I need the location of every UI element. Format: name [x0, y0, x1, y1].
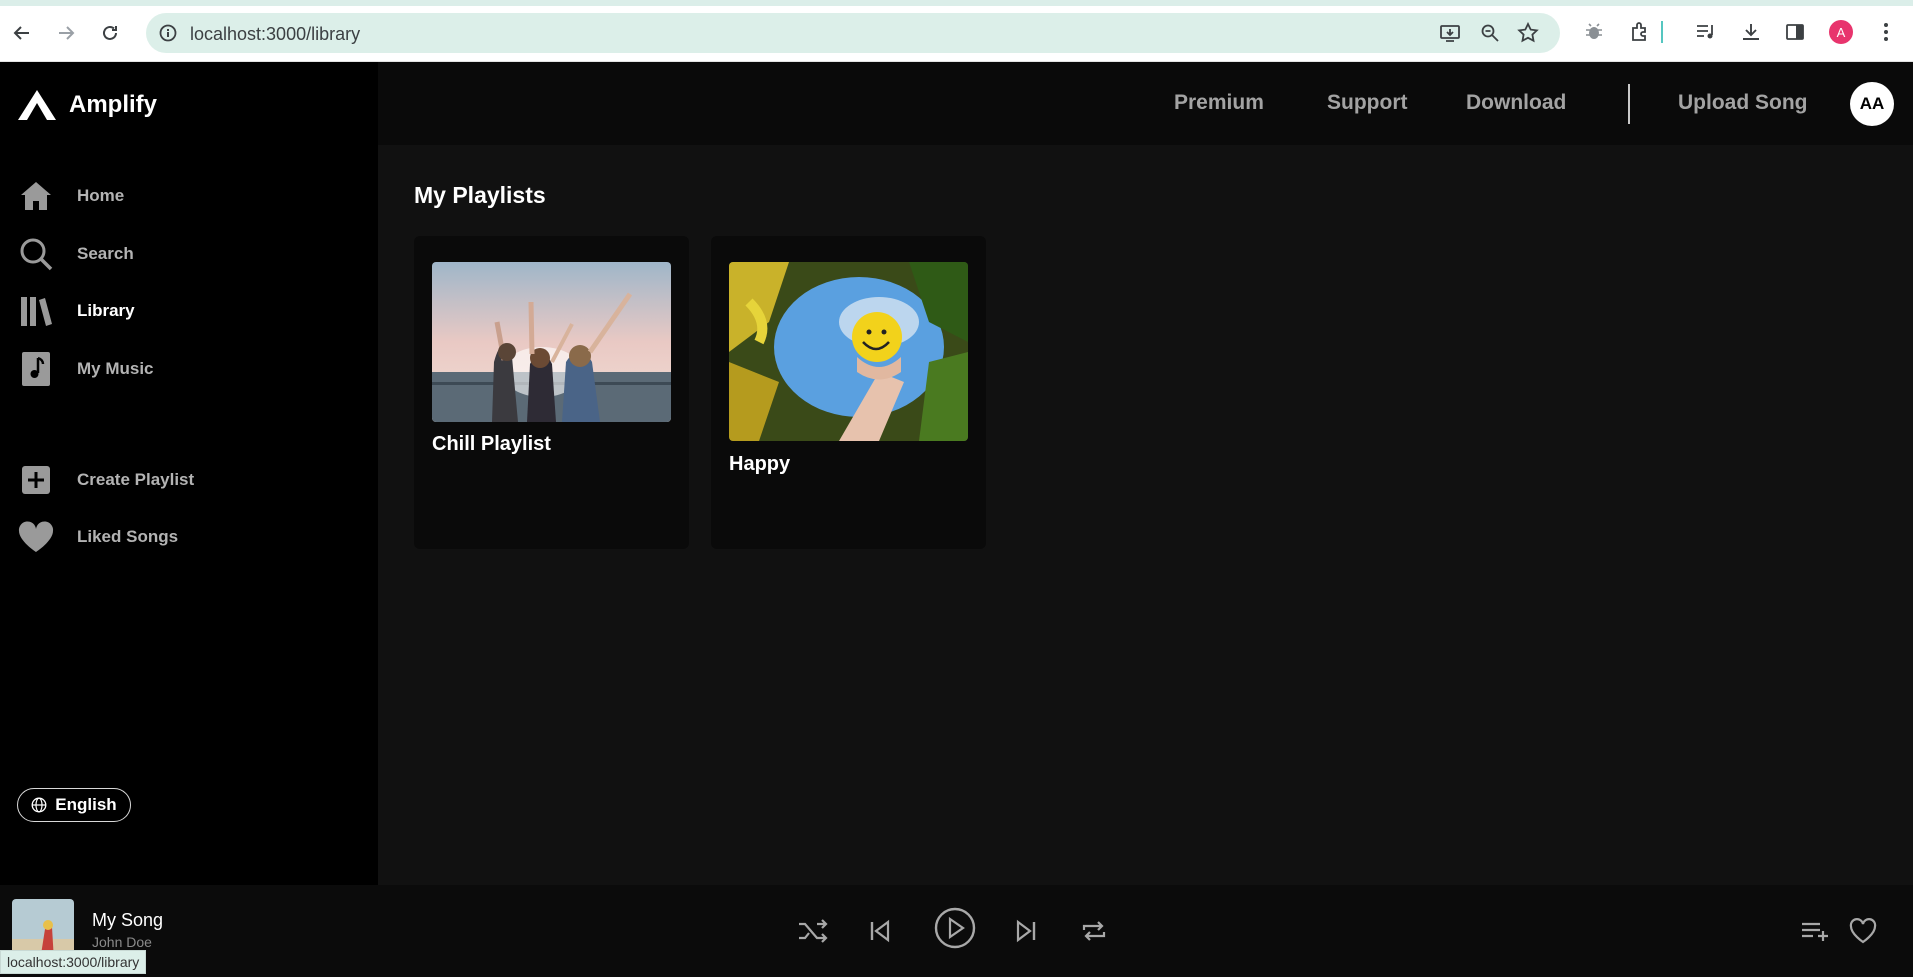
amplify-logo-icon	[18, 90, 56, 120]
arrow-left-icon	[13, 26, 29, 40]
sidebar-item-label: Library	[77, 301, 135, 320]
queue-button[interactable]	[1793, 909, 1837, 953]
forward-button[interactable]	[52, 19, 80, 47]
play-icon	[934, 907, 976, 949]
bookmark-star-icon[interactable]	[1516, 21, 1540, 45]
search-icon	[18, 236, 54, 272]
language-button[interactable]: English	[17, 788, 131, 822]
support-link[interactable]: Support	[1327, 91, 1407, 115]
language-label: English	[55, 795, 117, 814]
plus-icon	[18, 462, 54, 498]
sidebar-item-label: My Music	[77, 359, 154, 378]
playlist-name[interactable]: Chill Playlist	[432, 433, 551, 456]
playlist-card[interactable]: Chill Playlist	[414, 236, 689, 549]
previous-button[interactable]	[858, 909, 902, 953]
back-button[interactable]	[8, 19, 36, 47]
playlist-cover-image[interactable]	[432, 262, 671, 422]
premium-link[interactable]: Premium	[1174, 91, 1264, 115]
bug-extension-icon[interactable]	[1581, 19, 1607, 45]
queue-add-icon	[1802, 922, 1828, 941]
side-panel-icon[interactable]	[1782, 19, 1808, 45]
playlist-cover-image[interactable]	[729, 262, 968, 441]
player-bar: My Song John Doe	[0, 885, 1913, 977]
browser-menu-icon[interactable]	[1873, 19, 1899, 45]
library-icon	[18, 293, 54, 329]
sidebar-item-label: Search	[77, 244, 134, 263]
extensions-icon[interactable]	[1627, 19, 1653, 45]
browser-toolbar: localhost:3000/library A	[0, 0, 1913, 62]
heart-icon	[18, 519, 54, 555]
zoom-icon[interactable]	[1478, 21, 1502, 45]
heart-outline-icon	[1849, 918, 1877, 944]
like-button[interactable]	[1841, 909, 1885, 953]
now-playing-artist[interactable]: John Doe	[92, 934, 152, 950]
url-text[interactable]: localhost:3000/library	[190, 24, 360, 45]
tab-strip	[0, 0, 1913, 6]
play-button[interactable]	[931, 904, 979, 952]
sidebar-item-label: Liked Songs	[77, 527, 179, 546]
sidebar-item-create-playlist[interactable]: Create Playlist	[18, 462, 194, 498]
shuffle-icon	[799, 919, 828, 943]
shuffle-button[interactable]	[791, 909, 835, 953]
media-queue-icon[interactable]	[1693, 19, 1719, 45]
brand-logo[interactable]: Amplify	[17, 89, 157, 121]
sidebar-item-label: Create Playlist	[77, 470, 195, 489]
toolbar-separator	[1660, 19, 1664, 45]
next-button[interactable]	[1004, 909, 1048, 953]
now-playing-title[interactable]: My Song	[92, 910, 163, 931]
downloads-icon[interactable]	[1738, 19, 1764, 45]
address-bar[interactable]: localhost:3000/library	[146, 13, 1560, 53]
sidebar-item-home[interactable]: Home	[18, 178, 124, 214]
sidebar-item-search[interactable]: Search	[18, 236, 134, 272]
sidebar-item-liked-songs[interactable]: Liked Songs	[18, 519, 178, 555]
profile-avatar[interactable]: A	[1829, 20, 1853, 44]
sidebar-item-library[interactable]: Library	[18, 293, 135, 329]
status-bubble-url: localhost:3000/library	[0, 950, 147, 974]
globe-icon	[31, 797, 47, 813]
skip-next-icon	[1016, 919, 1036, 943]
skip-previous-icon	[870, 919, 890, 943]
user-avatar[interactable]: AA	[1850, 82, 1894, 126]
upload-song-link[interactable]: Upload Song	[1678, 91, 1808, 115]
topbar-divider	[1628, 84, 1630, 124]
playlist-card[interactable]: Happy	[711, 236, 986, 549]
page-title: My Playlists	[414, 182, 546, 208]
repeat-icon	[1082, 921, 1106, 941]
install-app-icon[interactable]	[1438, 21, 1462, 45]
home-icon	[18, 178, 54, 214]
profile-button[interactable]: A	[1828, 19, 1854, 45]
site-info-icon[interactable]	[158, 23, 178, 48]
reload-icon	[103, 25, 117, 40]
playlist-name[interactable]: Happy	[729, 453, 790, 476]
sidebar-item-my-music[interactable]: My Music	[18, 351, 154, 387]
brand-name: Amplify	[69, 91, 158, 118]
repeat-button[interactable]	[1072, 909, 1116, 953]
sidebar: Amplify Home Search Library My Music Cre…	[0, 62, 378, 885]
download-link[interactable]: Download	[1466, 91, 1566, 115]
sidebar-item-label: Home	[77, 186, 125, 205]
reload-button[interactable]	[96, 19, 124, 47]
arrow-right-icon	[59, 26, 75, 40]
music-note-icon	[18, 351, 54, 387]
